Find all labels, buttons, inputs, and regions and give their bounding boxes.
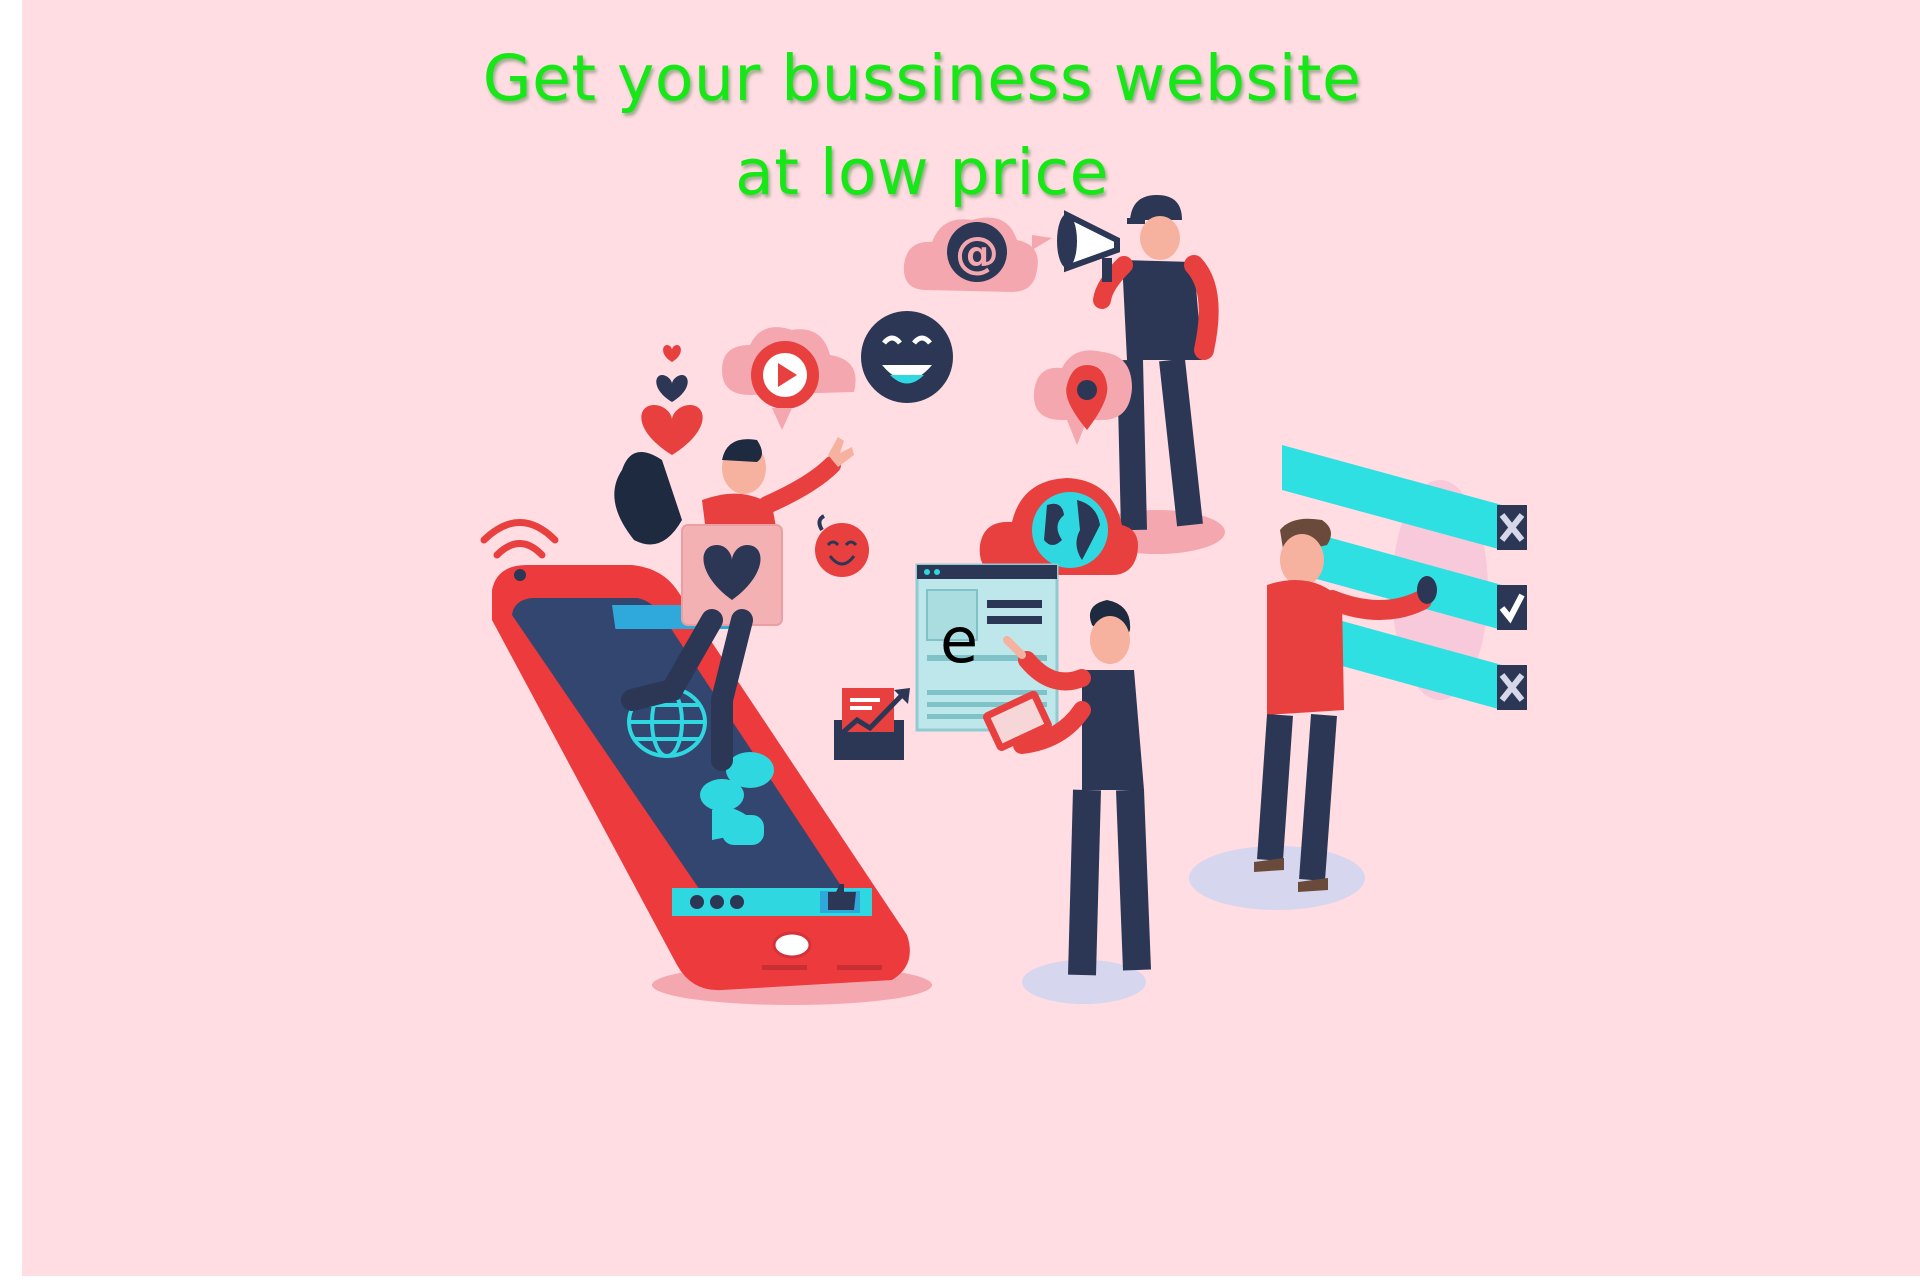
headline-line-1: Get your bussiness website <box>482 42 1362 115</box>
laughing-face-icon <box>815 514 869 577</box>
headline: Get your bussiness website at low price <box>322 32 1522 220</box>
heart-icon <box>641 345 703 455</box>
globe-icon <box>979 478 1138 575</box>
poster: @ Get your bussiness website at low pric… <box>22 0 1920 1276</box>
email-icon <box>834 688 910 760</box>
stray-letter: e <box>940 604 979 677</box>
megaphone-icon <box>1057 210 1120 282</box>
close-icon <box>1497 665 1527 710</box>
svg-text:@: @ <box>955 228 999 279</box>
close-icon <box>1497 505 1527 550</box>
check-icon <box>1497 585 1527 630</box>
at-sign-icon: @ <box>903 217 1052 292</box>
smiley-face-icon <box>861 311 953 403</box>
play-icon <box>722 327 856 430</box>
headline-line-2: at low price <box>735 136 1109 209</box>
map-pin-icon <box>1033 350 1132 445</box>
